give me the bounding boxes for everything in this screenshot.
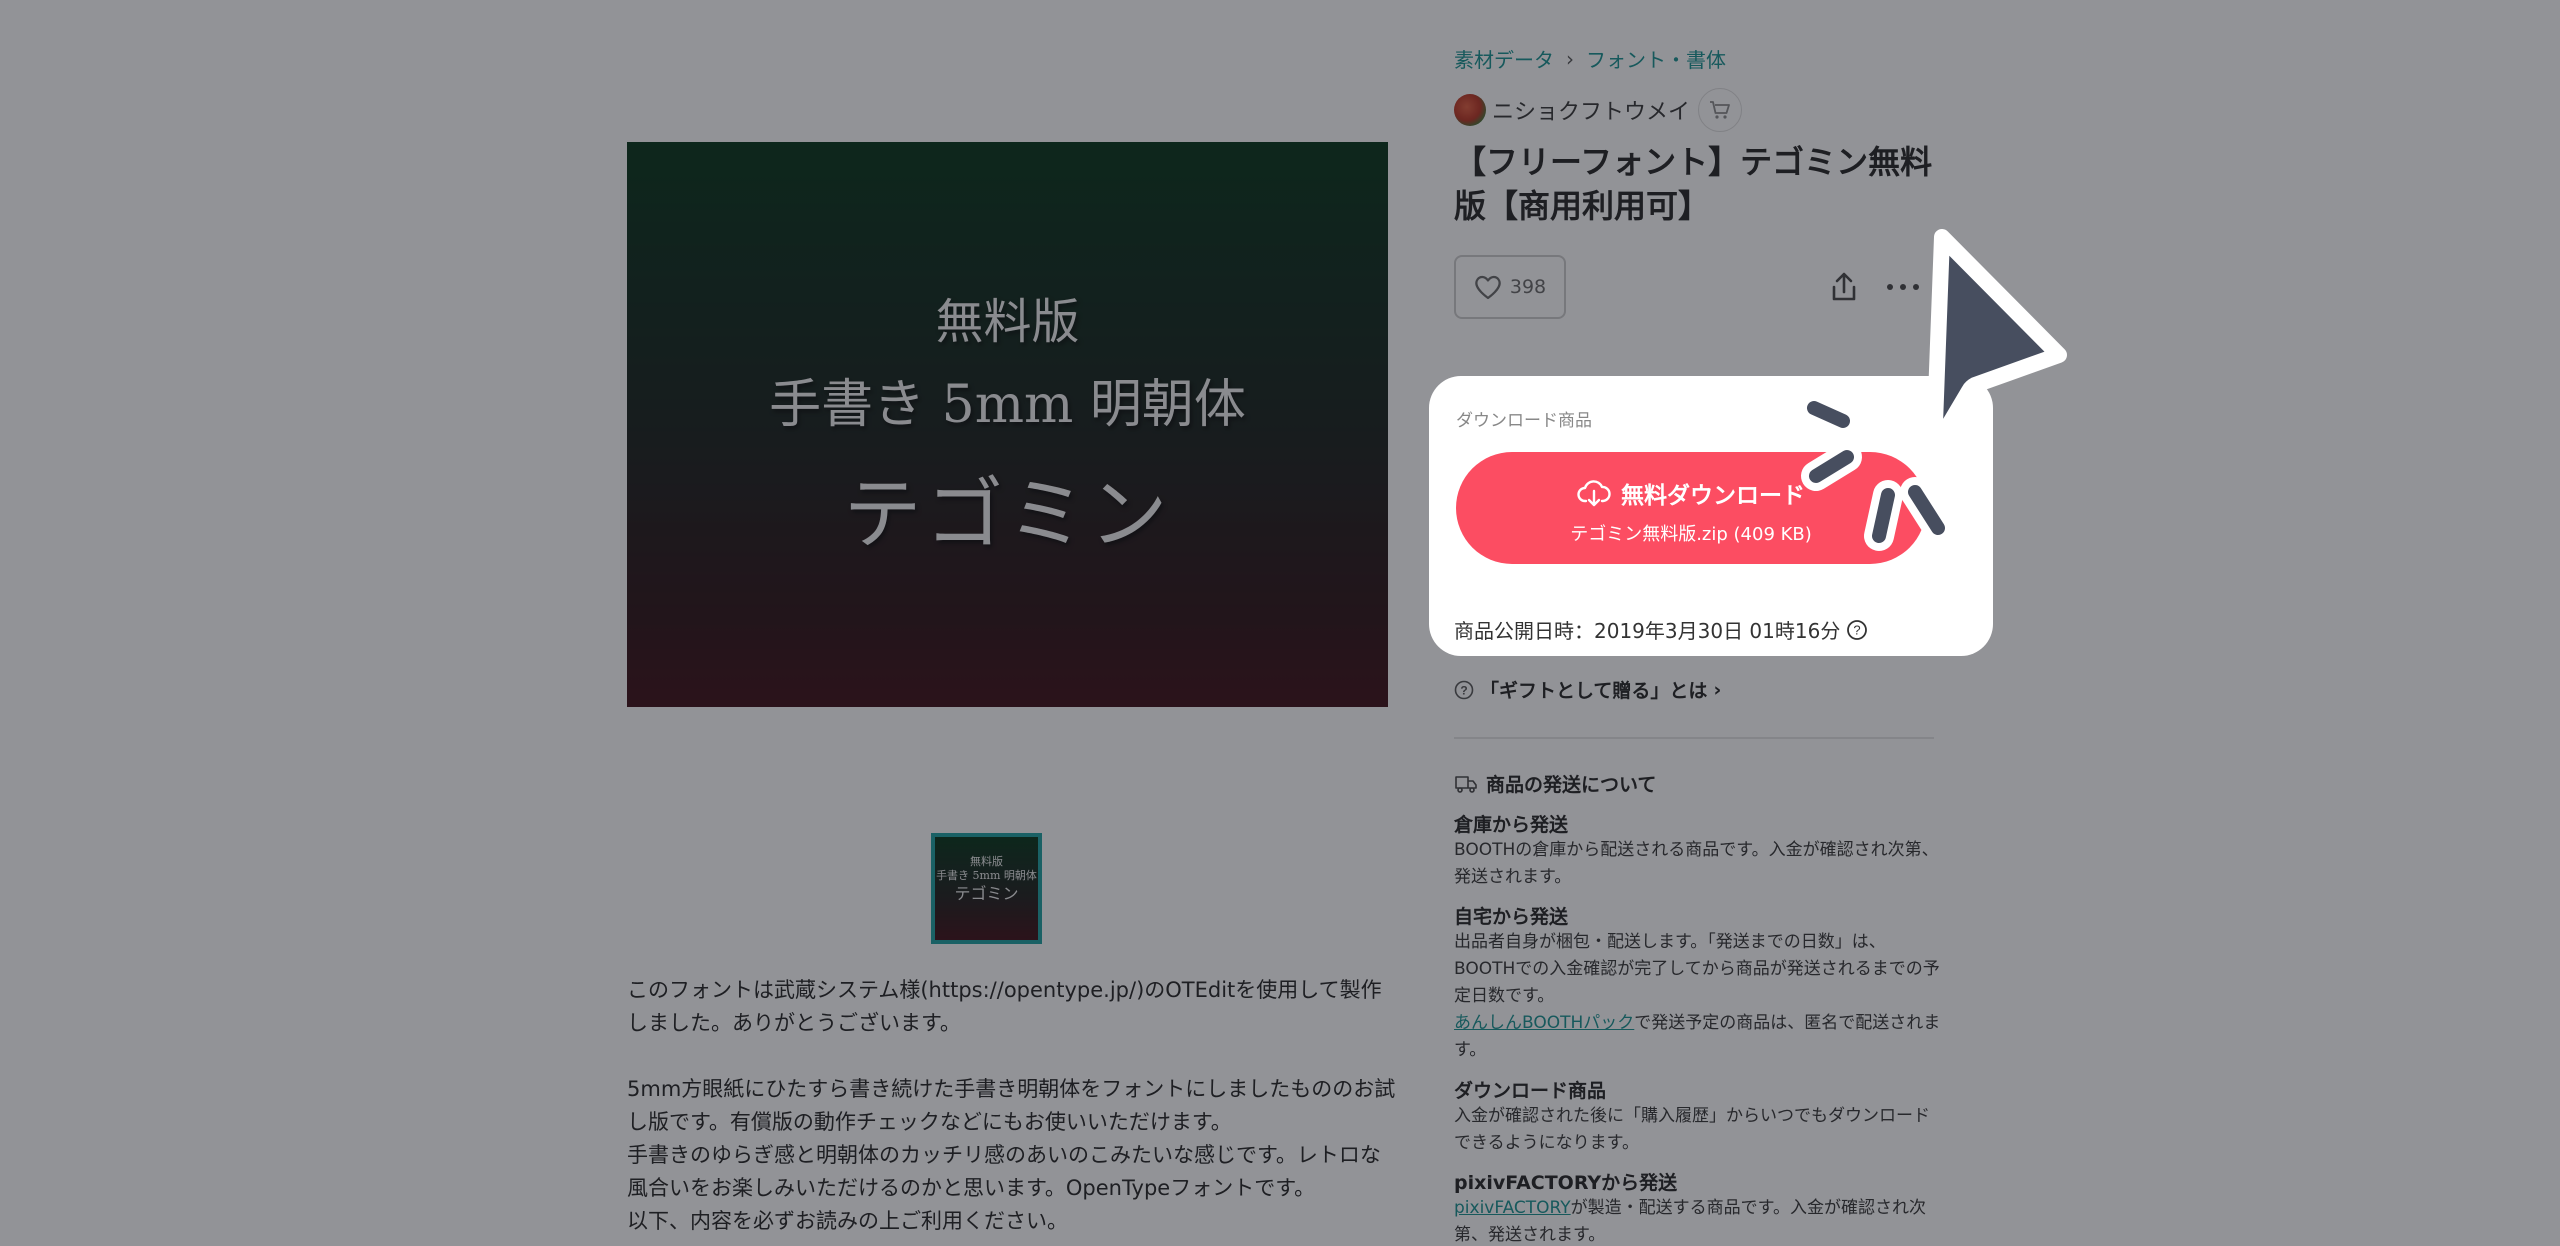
publish-date: 商品公開日時：2019年3月30日 01時16分 ?: [1454, 615, 1868, 644]
download-product-label: ダウンロード商品: [1456, 411, 1592, 431]
product-page: 無料版 手書き 5mm 明朝体 テゴミン 無料版 手書き 5mm 明朝体 テゴミ…: [0, 0, 2560, 1246]
cursor-pointer-icon: [1799, 229, 2067, 551]
cloud-download-icon: [1577, 480, 1611, 507]
download-button-label: 無料ダウンロード: [1621, 483, 1805, 509]
dim-overlay: [0, 0, 2560, 1246]
svg-text:?: ?: [1854, 622, 1861, 637]
publish-date-text: 商品公開日時：2019年3月30日 01時16分: [1454, 619, 1841, 643]
help-circle-icon[interactable]: ?: [1846, 619, 1868, 641]
